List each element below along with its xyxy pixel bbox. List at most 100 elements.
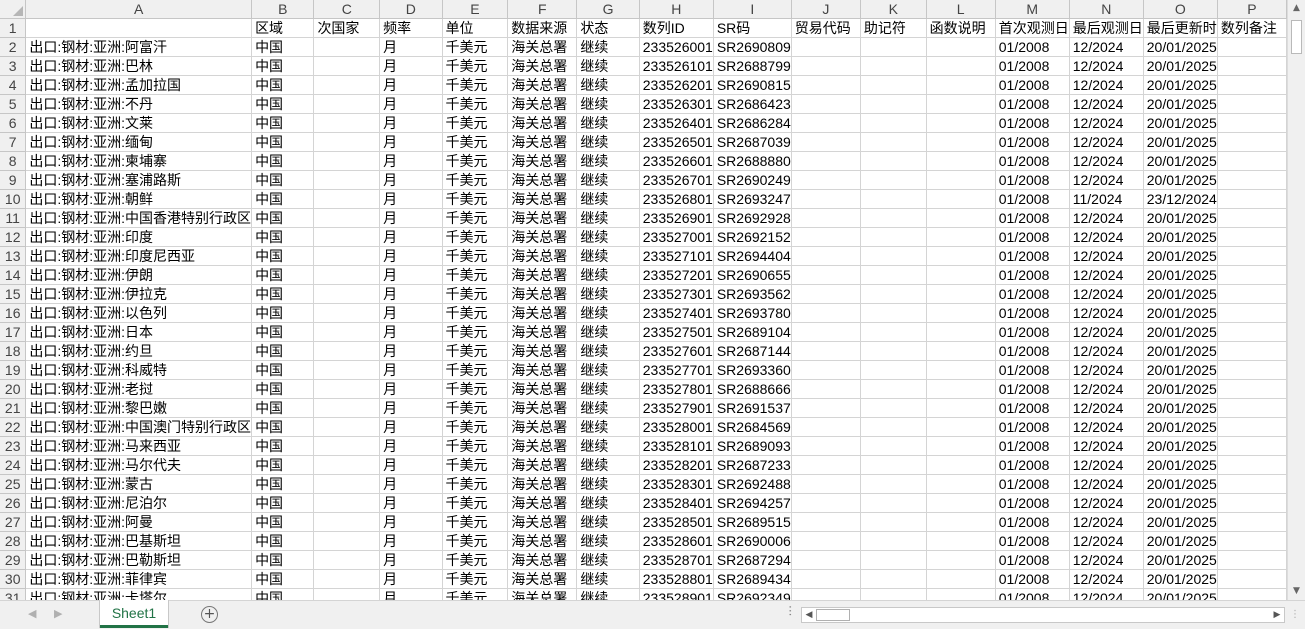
cell-i[interactable]: SR2689434 <box>713 569 792 589</box>
cell-l[interactable] <box>926 474 996 494</box>
column-header-g[interactable]: G <box>576 0 640 19</box>
cell-c[interactable]: 次国家 <box>313 18 381 38</box>
cell-n[interactable]: 12/2024 <box>1069 56 1144 76</box>
cell-c[interactable] <box>313 170 381 190</box>
cell-a[interactable]: 出口:钢材:亚洲:马来西亚 <box>25 436 253 456</box>
cell-o[interactable]: 20/01/2025 <box>1143 531 1218 551</box>
cell-c[interactable] <box>313 341 381 361</box>
column-header-d[interactable]: D <box>379 0 443 19</box>
cell-a[interactable]: 出口:钢材:亚洲:日本 <box>25 322 253 342</box>
cell-m[interactable]: 01/2008 <box>995 94 1070 114</box>
cell-p[interactable] <box>1217 379 1287 399</box>
cell-h[interactable]: 233526601 <box>639 151 714 171</box>
cell-k[interactable] <box>860 151 927 171</box>
cell-f[interactable]: 海关总署 <box>507 550 578 570</box>
cell-h[interactable]: 233527501 <box>639 322 714 342</box>
cell-m[interactable]: 首次观测日 <box>995 18 1070 38</box>
cell-l[interactable] <box>926 132 996 152</box>
cell-p[interactable] <box>1217 37 1287 57</box>
cell-e[interactable]: 单位 <box>442 18 509 38</box>
cell-f[interactable]: 海关总署 <box>507 75 578 95</box>
cell-n[interactable]: 12/2024 <box>1069 398 1144 418</box>
cell-k[interactable] <box>860 569 927 589</box>
cell-d[interactable]: 月 <box>379 398 443 418</box>
cell-o[interactable]: 20/01/2025 <box>1143 360 1218 380</box>
cell-o[interactable]: 20/01/2025 <box>1143 208 1218 228</box>
cell-i[interactable]: SR2692152 <box>713 227 792 247</box>
cell-m[interactable]: 01/2008 <box>995 398 1070 418</box>
cell-p[interactable] <box>1217 208 1287 228</box>
cell-c[interactable] <box>313 493 381 513</box>
cell-o[interactable]: 20/01/2025 <box>1143 37 1218 57</box>
cell-e[interactable]: 千美元 <box>442 246 509 266</box>
cell-o[interactable]: 最后更新时 <box>1143 18 1218 38</box>
cell-g[interactable]: 继续 <box>576 94 640 114</box>
cell-j[interactable] <box>791 208 861 228</box>
triangle-right-icon[interactable]: ▶ <box>1270 608 1284 622</box>
cell-f[interactable]: 海关总署 <box>507 322 578 342</box>
row-header[interactable]: 12 <box>0 227 27 247</box>
cell-c[interactable] <box>313 531 381 551</box>
cell-b[interactable]: 中国 <box>251 151 315 171</box>
cell-j[interactable] <box>791 341 861 361</box>
cell-f[interactable]: 海关总署 <box>507 493 578 513</box>
cell-l[interactable] <box>926 94 996 114</box>
cell-f[interactable]: 海关总署 <box>507 265 578 285</box>
cell-m[interactable]: 01/2008 <box>995 208 1070 228</box>
cell-o[interactable]: 23/12/2024 <box>1143 189 1218 209</box>
cell-b[interactable]: 中国 <box>251 303 315 323</box>
cell-h[interactable]: 233528701 <box>639 550 714 570</box>
cell-b[interactable]: 中国 <box>251 417 315 437</box>
cell-h[interactable]: 233528401 <box>639 493 714 513</box>
cell-g[interactable]: 继续 <box>576 246 640 266</box>
cell-o[interactable]: 20/01/2025 <box>1143 322 1218 342</box>
cell-h[interactable]: 233527801 <box>639 379 714 399</box>
cell-p[interactable] <box>1217 189 1287 209</box>
cell-j[interactable] <box>791 417 861 437</box>
cell-d[interactable]: 月 <box>379 113 443 133</box>
column-header-a[interactable]: A <box>25 0 253 19</box>
cell-b[interactable]: 区域 <box>251 18 315 38</box>
cell-c[interactable] <box>313 227 381 247</box>
row-header[interactable]: 21 <box>0 398 27 418</box>
cell-j[interactable] <box>791 265 861 285</box>
cell-l[interactable] <box>926 436 996 456</box>
cell-h[interactable]: 233527001 <box>639 227 714 247</box>
cell-c[interactable] <box>313 322 381 342</box>
cell-o[interactable]: 20/01/2025 <box>1143 151 1218 171</box>
cell-e[interactable]: 千美元 <box>442 284 509 304</box>
cell-d[interactable]: 月 <box>379 265 443 285</box>
cell-d[interactable]: 月 <box>379 588 443 600</box>
cell-i[interactable]: SR2686284 <box>713 113 792 133</box>
cell-h[interactable]: 数列ID <box>639 18 714 38</box>
cell-i[interactable]: SR2688666 <box>713 379 792 399</box>
triangle-left-icon[interactable]: ◀ <box>802 608 816 622</box>
cell-b[interactable]: 中国 <box>251 37 315 57</box>
cell-p[interactable] <box>1217 246 1287 266</box>
cell-l[interactable] <box>926 113 996 133</box>
cell-p[interactable] <box>1217 341 1287 361</box>
cell-i[interactable]: SR2688799 <box>713 56 792 76</box>
cell-k[interactable] <box>860 493 927 513</box>
cell-n[interactable]: 12/2024 <box>1069 303 1144 323</box>
cell-a[interactable]: 出口:钢材:亚洲:印度尼西亚 <box>25 246 253 266</box>
cell-i[interactable]: SR2690655 <box>713 265 792 285</box>
cell-i[interactable]: SR2694404 <box>713 246 792 266</box>
cell-d[interactable]: 月 <box>379 208 443 228</box>
cell-f[interactable]: 海关总署 <box>507 94 578 114</box>
cell-e[interactable]: 千美元 <box>442 303 509 323</box>
cell-e[interactable]: 千美元 <box>442 360 509 380</box>
cell-a[interactable]: 出口:钢材:亚洲:巴基斯坦 <box>25 531 253 551</box>
cell-h[interactable]: 233526001 <box>639 37 714 57</box>
cell-a[interactable]: 出口:钢材:亚洲:柬埔寨 <box>25 151 253 171</box>
cell-f[interactable]: 数据来源 <box>507 18 578 38</box>
cell-m[interactable]: 01/2008 <box>995 341 1070 361</box>
row-header[interactable]: 26 <box>0 493 27 513</box>
cell-j[interactable] <box>791 550 861 570</box>
cell-g[interactable]: 继续 <box>576 512 640 532</box>
cell-l[interactable] <box>926 37 996 57</box>
cell-m[interactable]: 01/2008 <box>995 246 1070 266</box>
cell-o[interactable]: 20/01/2025 <box>1143 588 1218 600</box>
cell-n[interactable]: 12/2024 <box>1069 493 1144 513</box>
cell-b[interactable]: 中国 <box>251 436 315 456</box>
